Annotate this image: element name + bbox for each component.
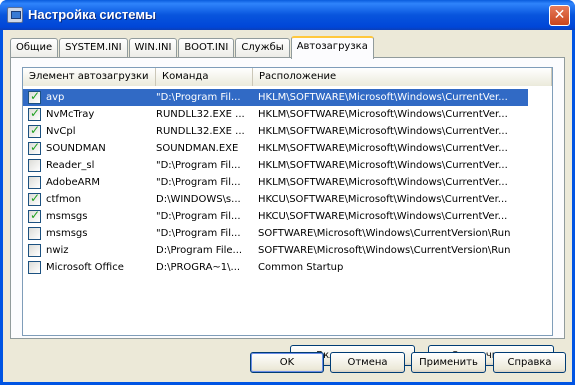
- cancel-button[interactable]: Отмена: [330, 352, 405, 373]
- startup-checkbox[interactable]: [28, 244, 41, 257]
- location-cell: HKCU\SOFTWARE\Microsoft\Windows\CurrentV…: [258, 194, 508, 205]
- item-name: Microsoft Office: [46, 262, 124, 273]
- item-name-cell: SOUNDMAN: [23, 142, 156, 155]
- list-item[interactable]: Reader_sl "D:\Program Fil... HKLM\SOFTWARE…: [23, 157, 528, 174]
- column-header-command[interactable]: Команда: [156, 68, 253, 86]
- location-cell: HKLM\SOFTWARE\Microsoft\Windows\CurrentV…: [258, 109, 508, 120]
- list-item[interactable]: msmsgs "D:\Program Fil... HKCU\SOFTWARE\Mi…: [23, 208, 528, 225]
- startup-checkbox[interactable]: [28, 261, 41, 274]
- apply-button[interactable]: Применить: [411, 352, 486, 373]
- list-item[interactable]: NvMcTray RUNDLL32.EXE ... HKLM\SOFTWARE\Mi…: [23, 106, 528, 123]
- tab-strip: Общие SYSTEM.INI WIN.INI BOOT.INI Службы Авто…: [10, 36, 375, 59]
- list-item[interactable]: NvCpl RUNDLL32.EXE ... HKLM\SOFTWARE\Micro…: [23, 123, 528, 140]
- startup-checkbox[interactable]: [28, 108, 41, 121]
- startup-checkbox[interactable]: [28, 210, 41, 223]
- list-header: Элемент автозагрузки Команда Расположени…: [23, 68, 552, 86]
- startup-checkbox[interactable]: [28, 193, 41, 206]
- list-item[interactable]: msmsgs "D:\Program Fil... SOFTWARE\Microso…: [23, 225, 528, 242]
- ok-button[interactable]: OK: [250, 352, 324, 373]
- command-cell: "D:\Program Fil...: [156, 211, 241, 222]
- list-item[interactable]: avp "D:\Program Fil... HKLM\SOFTWARE\Micro…: [23, 89, 528, 106]
- command-cell: "D:\Program Fil...: [156, 177, 241, 188]
- system-config-window: Настройка системы ✕ Общие SYSTEM.INI WIN.I…: [0, 0, 575, 385]
- startup-checkbox[interactable]: [28, 91, 41, 104]
- command-cell: D:\PROGRA~1\...: [156, 262, 241, 273]
- location-cell: HKLM\SOFTWARE\Microsoft\Windows\CurrentV…: [258, 177, 508, 188]
- list-item[interactable]: nwiz D:\Program File... SOFTWARE\Microsoft…: [23, 242, 528, 259]
- dialog-body: Общие SYSTEM.INI WIN.INI BOOT.INI Службы Авто…: [3, 30, 572, 382]
- title-bar[interactable]: Настройка системы ✕: [0, 0, 575, 30]
- tab-3[interactable]: BOOT.INI: [178, 38, 235, 58]
- list-item[interactable]: SOUNDMAN SOUNDMAN.EXE HKLM\SOFTWARE\Micros…: [23, 140, 528, 157]
- startup-list[interactable]: Элемент автозагрузки Команда Расположени…: [22, 67, 553, 336]
- command-cell: D:\WINDOWS\s...: [156, 194, 241, 205]
- location-cell: HKLM\SOFTWARE\Microsoft\Windows\CurrentV…: [258, 126, 508, 137]
- item-name: ctfmon: [46, 194, 82, 205]
- item-name-cell: Microsoft Office: [23, 261, 156, 274]
- item-name-cell: AdobeARM: [23, 176, 156, 189]
- startup-panel: Элемент автозагрузки Команда Расположени…: [10, 57, 565, 366]
- item-name-cell: msmsgs: [23, 227, 156, 240]
- item-name: Reader_sl: [46, 160, 95, 171]
- item-name-cell: Reader_sl: [23, 159, 156, 172]
- command-cell: RUNDLL32.EXE ...: [156, 126, 245, 137]
- item-name: nwiz: [46, 245, 69, 256]
- tab-2[interactable]: WIN.INI: [128, 38, 178, 58]
- item-name-cell: avp: [23, 91, 156, 104]
- item-name: msmsgs: [46, 228, 88, 239]
- item-name: msmsgs: [46, 211, 88, 222]
- close-button[interactable]: ✕: [549, 5, 570, 26]
- location-cell: SOFTWARE\Microsoft\Windows\CurrentVersio…: [258, 228, 511, 239]
- location-cell: SOFTWARE\Microsoft\Windows\CurrentVersio…: [258, 245, 511, 256]
- command-cell: RUNDLL32.EXE ...: [156, 109, 245, 120]
- startup-checkbox[interactable]: [28, 125, 41, 138]
- location-cell: HKLM\SOFTWARE\Microsoft\Windows\CurrentV…: [258, 143, 508, 154]
- command-cell: "D:\Program Fil...: [156, 92, 241, 103]
- window-title: Настройка системы: [28, 7, 157, 22]
- item-name: NvCpl: [46, 126, 76, 137]
- location-cell: Common Startup: [258, 262, 344, 273]
- help-button[interactable]: Справка: [493, 352, 566, 373]
- item-name: avp: [46, 92, 65, 103]
- app-icon: [7, 7, 23, 23]
- item-name: AdobeARM: [46, 177, 101, 188]
- command-cell: "D:\Program Fil...: [156, 160, 241, 171]
- tab-4[interactable]: Службы: [235, 38, 290, 58]
- list-item[interactable]: ctfmon D:\WINDOWS\s... HKCU\SOFTWARE\Micro…: [23, 191, 528, 208]
- startup-checkbox[interactable]: [28, 176, 41, 189]
- tab-1[interactable]: SYSTEM.INI: [59, 38, 128, 58]
- tab-5[interactable]: Автозагрузка: [290, 36, 374, 59]
- command-cell: "D:\Program Fil...: [156, 228, 241, 239]
- item-name-cell: NvCpl: [23, 125, 156, 138]
- item-name-cell: NvMcTray: [23, 108, 156, 121]
- item-name: NvMcTray: [46, 109, 95, 120]
- command-cell: D:\Program File...: [156, 245, 243, 256]
- location-cell: HKLM\SOFTWARE\Microsoft\Windows\CurrentV…: [258, 160, 508, 171]
- column-header-location[interactable]: Расположение: [253, 68, 552, 86]
- item-name-cell: msmsgs: [23, 210, 156, 223]
- startup-checkbox[interactable]: [28, 227, 41, 240]
- item-name-cell: nwiz: [23, 244, 156, 257]
- startup-checkbox[interactable]: [28, 159, 41, 172]
- item-name: SOUNDMAN: [46, 143, 106, 154]
- location-cell: HKLM\SOFTWARE\Microsoft\Windows\CurrentV…: [258, 92, 508, 103]
- command-cell: SOUNDMAN.EXE: [156, 143, 239, 154]
- list-item[interactable]: AdobeARM "D:\Program Fil... HKLM\SOFTWARE\…: [23, 174, 528, 191]
- startup-checkbox[interactable]: [28, 142, 41, 155]
- tab-0[interactable]: Общие: [10, 38, 59, 58]
- column-header-item[interactable]: Элемент автозагрузки: [23, 68, 156, 86]
- location-cell: HKCU\SOFTWARE\Microsoft\Windows\CurrentV…: [258, 211, 508, 222]
- item-name-cell: ctfmon: [23, 193, 156, 206]
- list-item[interactable]: Microsoft Office D:\PROGRA~1\... Common St…: [23, 259, 528, 276]
